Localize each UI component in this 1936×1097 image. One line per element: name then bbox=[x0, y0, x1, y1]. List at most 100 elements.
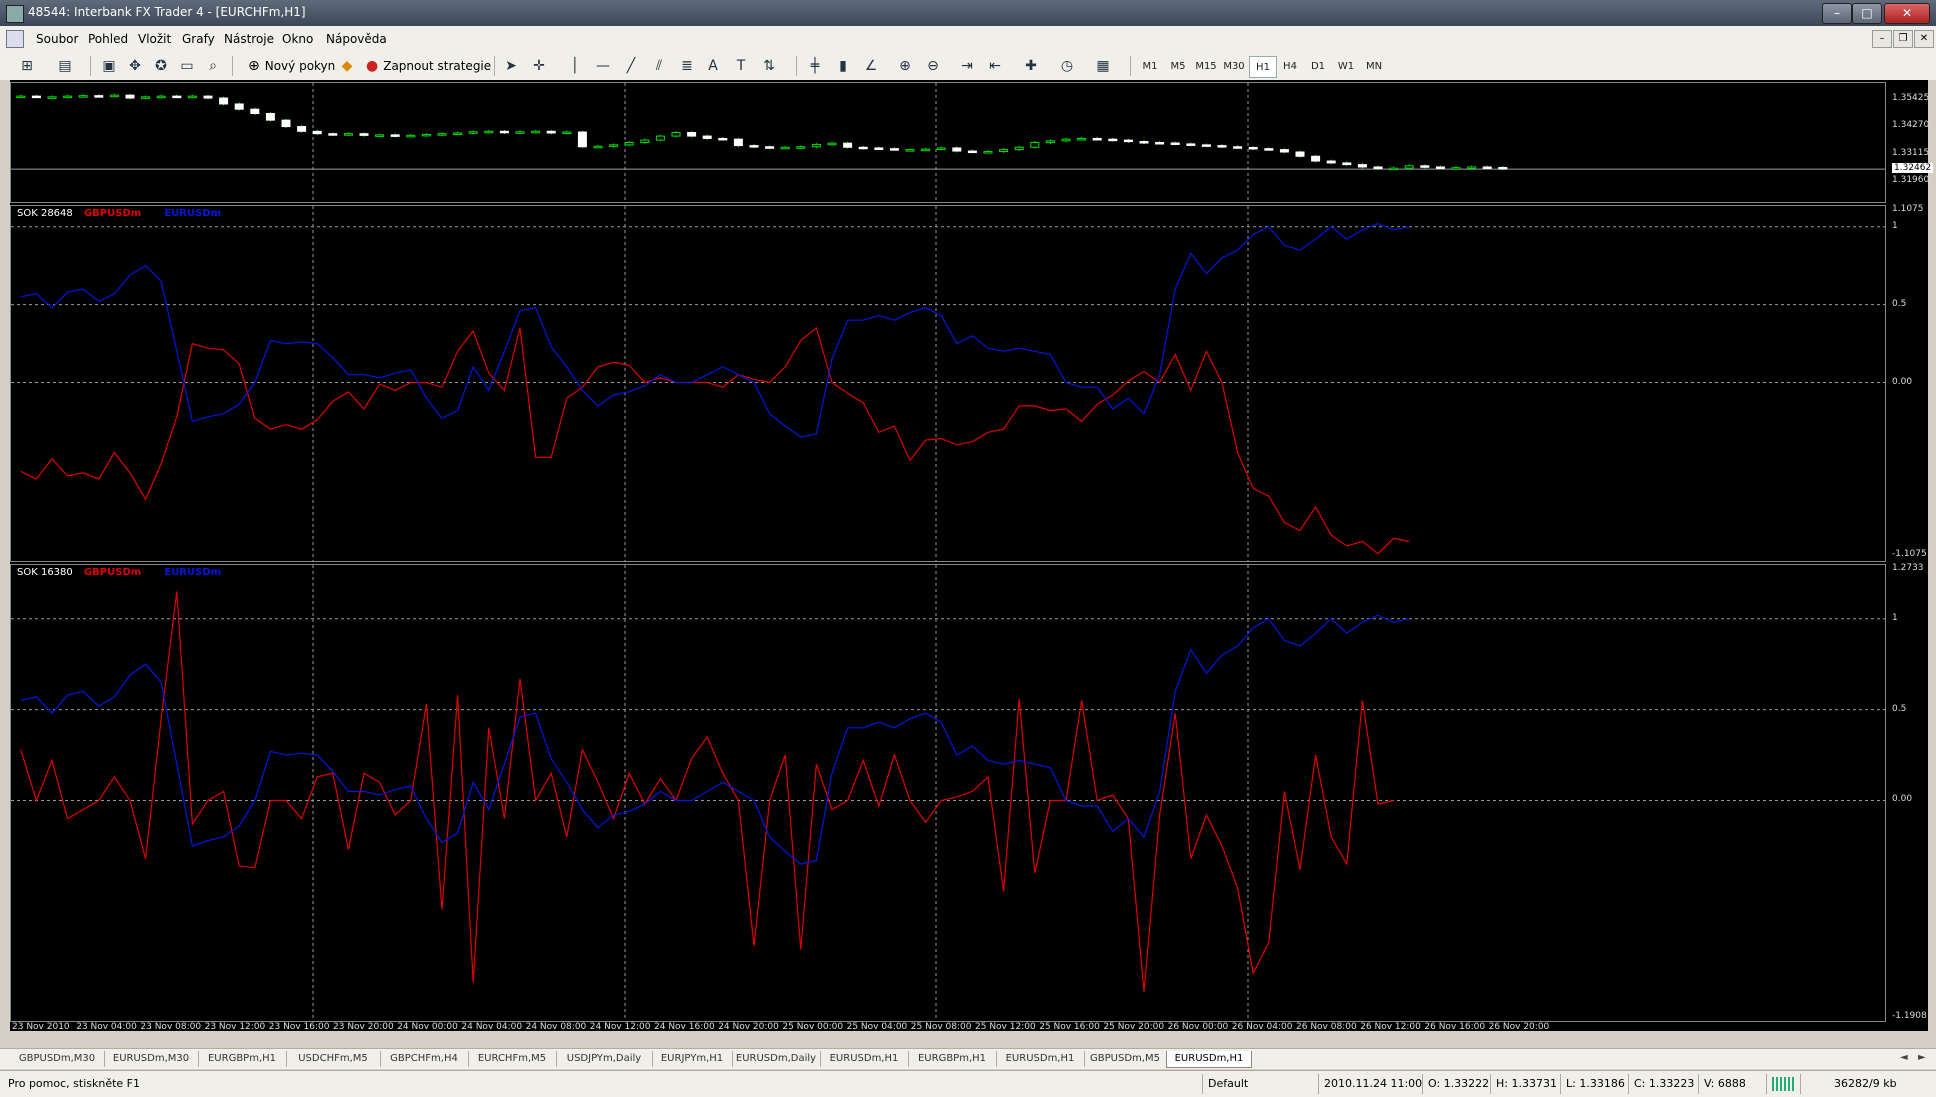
time-tick-label: 26 Nov 20:00 bbox=[1488, 1022, 1550, 1032]
meta-editor-icon[interactable]: ◆ bbox=[336, 56, 358, 76]
fibonacci-icon[interactable]: ≣ bbox=[676, 56, 698, 76]
terminal-icon[interactable]: ▭ bbox=[176, 56, 198, 76]
crosshair-icon[interactable]: ✛ bbox=[528, 56, 550, 76]
templates-icon[interactable]: ▦ bbox=[1092, 56, 1114, 76]
price-tick-label: 1.34270 bbox=[1892, 120, 1930, 131]
periods-clock-icon[interactable]: ◷ bbox=[1056, 56, 1078, 76]
zoom-out-icon[interactable]: ⊖ bbox=[922, 56, 944, 76]
candlesticks-icon[interactable]: ▮ bbox=[832, 56, 854, 76]
auto-scroll-icon[interactable]: ⇥ bbox=[956, 56, 978, 76]
indicator-1-tick-label: 1.1075 bbox=[1892, 204, 1924, 214]
chart-tab[interactable]: EURGBPm,H1 bbox=[198, 1051, 287, 1067]
zoom-in-icon[interactable]: ⊕ bbox=[894, 56, 916, 76]
arrows-icon[interactable]: ⇅ bbox=[758, 56, 780, 76]
horizontal-line-icon[interactable]: — bbox=[592, 56, 614, 76]
timeframe-m15[interactable]: M15 bbox=[1193, 56, 1219, 76]
status-profile[interactable]: Default bbox=[1208, 1077, 1248, 1090]
chart-tab[interactable]: EURUSDm,Daily bbox=[732, 1051, 821, 1067]
text-icon[interactable]: A bbox=[702, 56, 724, 76]
line-chart-icon[interactable]: ∠ bbox=[860, 56, 882, 76]
menu-napoveda[interactable]: Nápověda bbox=[326, 32, 387, 46]
menu-grafy[interactable]: Grafy bbox=[182, 32, 215, 46]
timeframe-h4[interactable]: H4 bbox=[1277, 56, 1303, 76]
menu-okno[interactable]: Okno bbox=[282, 32, 313, 46]
connection-bars-icon bbox=[1772, 1077, 1794, 1091]
chart-tab[interactable]: USDJPYm,Daily bbox=[556, 1051, 653, 1067]
current-price-label: 1.32462 bbox=[1892, 163, 1934, 174]
time-tick-label: 26 Nov 04:00 bbox=[1231, 1022, 1293, 1032]
text-label-icon[interactable]: T bbox=[730, 56, 752, 76]
mdi-minimize-button[interactable]: – bbox=[1872, 30, 1892, 48]
chart-tab[interactable]: GBPUSDm,M5 bbox=[1084, 1051, 1167, 1067]
chart-tab[interactable]: EURUSDm,H1 bbox=[820, 1051, 909, 1067]
data-window-icon[interactable]: ✥ bbox=[124, 56, 146, 76]
price-tick-label: 1.33115 bbox=[1892, 147, 1930, 158]
time-tick-label: 25 Nov 20:00 bbox=[1103, 1022, 1165, 1032]
indicator-1-tick-label: -1.1075 bbox=[1892, 549, 1927, 559]
price-tick-label: 1.35425 bbox=[1892, 92, 1930, 103]
mdi-close-button[interactable]: ✕ bbox=[1914, 30, 1934, 48]
window-title: 48544: Interbank FX Trader 4 - [EURCHFm,… bbox=[28, 5, 306, 19]
profiles-icon[interactable]: ▤ bbox=[54, 56, 76, 76]
menu-pohled[interactable]: Pohled bbox=[88, 32, 128, 46]
timeframe-d1[interactable]: D1 bbox=[1305, 56, 1331, 76]
left-frame bbox=[0, 80, 10, 1031]
price-scale: 1.35425 1.34270 1.33115 1.31960 1.32462 1.107… bbox=[10, 80, 1934, 1031]
new-chart-icon[interactable]: ⊞ bbox=[16, 56, 38, 76]
vertical-line-icon[interactable]: │ bbox=[564, 56, 586, 76]
trendline-icon[interactable]: ╱ bbox=[620, 56, 642, 76]
chart-tab[interactable]: GBPUSDm,M30 bbox=[10, 1051, 105, 1067]
time-tick-label: 24 Nov 12:00 bbox=[589, 1022, 651, 1032]
maximize-button[interactable]: □ bbox=[1852, 3, 1882, 24]
indicator-2-tick-label: 0.00 bbox=[1892, 794, 1913, 805]
timeframe-h1[interactable]: H1 bbox=[1249, 56, 1277, 78]
status-bar: Pro pomoc, stiskněte F1 Default 2010.11.… bbox=[0, 1070, 1936, 1097]
indicators-icon[interactable]: ✚ bbox=[1020, 56, 1042, 76]
strategy-tester-icon[interactable]: ⌕ bbox=[202, 56, 224, 76]
timeframe-m30[interactable]: M30 bbox=[1221, 56, 1247, 76]
market-watch-icon[interactable]: ▣ bbox=[98, 56, 120, 76]
minimize-button[interactable]: – bbox=[1822, 3, 1852, 24]
time-tick-label: 24 Nov 16:00 bbox=[654, 1022, 715, 1032]
time-tick-label: 25 Nov 16:00 bbox=[1039, 1022, 1100, 1032]
chart-tab[interactable]: GBPCHFm,H4 bbox=[380, 1051, 469, 1067]
chart-tab[interactable]: EURCHFm,M5 bbox=[468, 1051, 557, 1067]
timeframe-mn[interactable]: MN bbox=[1361, 56, 1387, 76]
menu-soubor[interactable]: Soubor bbox=[36, 32, 78, 46]
indicator-2-tick-label: 1 bbox=[1892, 612, 1898, 623]
tab-scroll-left-icon[interactable]: ◄ bbox=[1900, 1052, 1908, 1063]
time-tick-label: 23 Nov 12:00 bbox=[204, 1022, 266, 1032]
time-tick-label: 26 Nov 08:00 bbox=[1296, 1022, 1357, 1032]
tab-scroll-right-icon[interactable]: ► bbox=[1918, 1052, 1926, 1063]
new-order-button[interactable]: ⊕ Nový pokyn bbox=[244, 56, 339, 76]
timeframe-m1[interactable]: M1 bbox=[1137, 56, 1163, 76]
close-button[interactable]: ✕ bbox=[1884, 3, 1930, 24]
bar-chart-icon[interactable]: ╪ bbox=[804, 56, 826, 76]
time-tick-label: 24 Nov 20:00 bbox=[718, 1022, 779, 1032]
chart-shift-icon[interactable]: ⇤ bbox=[984, 56, 1006, 76]
time-tick-label: 26 Nov 12:00 bbox=[1360, 1022, 1421, 1032]
status-help: Pro pomoc, stiskněte F1 bbox=[8, 1077, 140, 1090]
chart-window[interactable]: SOK 28648 GBPUSDm EURUSDm SOK 16380 GBPU… bbox=[10, 80, 1934, 1032]
timeframe-w1[interactable]: W1 bbox=[1333, 56, 1359, 76]
mdi-restore-button[interactable]: ❐ bbox=[1893, 30, 1913, 48]
chart-tab[interactable]: EURUSDm,H1 bbox=[996, 1051, 1085, 1067]
expert-advisors-button[interactable]: ● Zapnout strategie bbox=[362, 56, 495, 76]
chart-tab[interactable]: EURUSDm,H1 bbox=[1166, 1051, 1252, 1068]
indicator-1-tick-label: 0.5 bbox=[1892, 298, 1907, 309]
menu-nastroje[interactable]: Nástroje bbox=[224, 32, 274, 46]
channel-icon[interactable]: ⫽ bbox=[648, 56, 670, 76]
timeframe-m5[interactable]: M5 bbox=[1165, 56, 1191, 76]
time-tick-label: 25 Nov 08:00 bbox=[910, 1022, 972, 1032]
menu-bar: Soubor Pohled Vložit Grafy Nástroje Okno… bbox=[0, 26, 1936, 53]
chart-tab[interactable]: USDCHFm,M5 bbox=[286, 1051, 381, 1067]
chart-tab[interactable]: EURUSDm,M30 bbox=[104, 1051, 199, 1067]
chart-tab[interactable]: EURJPYm,H1 bbox=[652, 1051, 733, 1067]
chart-tab[interactable]: EURGBPm,H1 bbox=[908, 1051, 997, 1067]
time-tick-label: 23 Nov 16:00 bbox=[268, 1022, 330, 1032]
indicator-1-tick-label: 0.00 bbox=[1892, 376, 1913, 387]
navigator-icon[interactable]: ✪ bbox=[150, 56, 172, 76]
document-icon[interactable] bbox=[6, 30, 24, 48]
menu-vlozit[interactable]: Vložit bbox=[138, 32, 171, 46]
cursor-icon[interactable]: ➤ bbox=[500, 56, 522, 76]
